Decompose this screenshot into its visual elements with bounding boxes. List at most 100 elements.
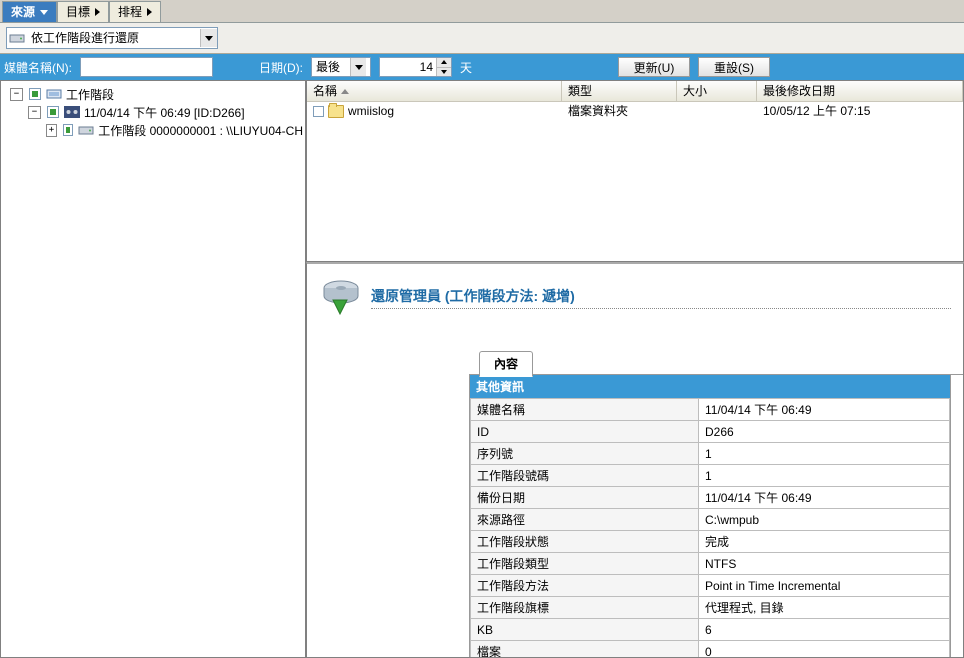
table-row: 備份日期11/04/14 下午 06:49 [471, 487, 950, 509]
sessions-icon [46, 86, 62, 102]
tab-target[interactable]: 目標 [57, 1, 109, 22]
chevron-down-icon [205, 36, 213, 41]
select-drop[interactable] [350, 58, 366, 76]
days-spinner[interactable]: 14 [379, 57, 452, 77]
col-size[interactable]: 大小 [677, 81, 757, 101]
col-modified[interactable]: 最後修改日期 [757, 81, 963, 101]
info-key: KB [471, 619, 699, 641]
tape-icon [64, 104, 80, 120]
arrow-down-icon [441, 70, 447, 74]
main-tab-strip: 來源 目標 排程 [0, 0, 964, 23]
table-row: 工作階段旗標代理程式, 目錄 [471, 597, 950, 619]
filter-bar: 媒體名稱(N): 日期(D): 最後 14 天 更新(U) 重設(S) [0, 54, 964, 80]
tab-source[interactable]: 來源 [2, 1, 57, 22]
spinner-down[interactable] [436, 68, 451, 77]
info-value: 0 [699, 641, 950, 658]
table-row: KB6 [471, 619, 950, 641]
tree-node-session[interactable]: − 11/04/14 下午 06:49 [ID:D266] [1, 103, 305, 121]
expander-collapse[interactable]: − [10, 88, 23, 101]
sub-tab-strip: 內容 [469, 351, 951, 375]
reset-button[interactable]: 重設(S) [698, 57, 770, 77]
tab-schedule[interactable]: 排程 [109, 1, 161, 22]
tree-root[interactable]: − 工作階段 [1, 85, 305, 103]
restore-manager-panel: 還原管理員 (工作階段方法: 遞增) 內容 其他資訊 媒體名稱11/04/14 … [306, 262, 964, 658]
col-type[interactable]: 類型 [562, 81, 677, 101]
info-value: 11/04/14 下午 06:49 [699, 487, 950, 509]
days-suffix: 天 [460, 59, 472, 76]
date-mode-select[interactable]: 最後 [311, 57, 371, 77]
update-button[interactable]: 更新(U) [618, 57, 690, 77]
tab-content[interactable]: 內容 [479, 351, 533, 377]
info-value: 1 [699, 465, 950, 487]
drive-icon [9, 30, 25, 46]
folder-icon [328, 105, 344, 118]
tab-target-label: 目標 [66, 2, 90, 22]
info-key: 媒體名稱 [471, 399, 699, 421]
info-value: Point in Time Incremental [699, 575, 950, 597]
info-value: 代理程式, 目錄 [699, 597, 950, 619]
media-name-label: 媒體名稱(N): [4, 59, 72, 76]
table-row: 檔案0 [471, 641, 950, 658]
spinner-up[interactable] [436, 58, 451, 68]
combo-drop[interactable] [200, 29, 217, 47]
row-checkbox[interactable] [313, 106, 324, 117]
media-name-input[interactable] [80, 57, 213, 77]
table-row: IDD266 [471, 421, 950, 443]
table-row: 工作階段狀態完成 [471, 531, 950, 553]
info-value: NTFS [699, 553, 950, 575]
days-value: 14 [380, 58, 436, 76]
sort-asc-icon [341, 89, 349, 94]
tree-checkbox[interactable] [47, 106, 59, 118]
date-mode-value: 最後 [312, 58, 350, 76]
col-name[interactable]: 名稱 [307, 81, 562, 101]
table-row: 媒體名稱11/04/14 下午 06:49 [471, 399, 950, 421]
tree-checkbox[interactable] [29, 88, 41, 100]
row-type: 檔案資料夾 [562, 102, 677, 120]
info-value: D266 [699, 421, 950, 443]
info-heading: 其他資訊 [470, 375, 950, 398]
arrow-right-icon [95, 8, 100, 16]
table-row: 工作階段號碼1 [471, 465, 950, 487]
list-header: 名稱 類型 大小 最後修改日期 [307, 81, 963, 102]
list-item[interactable]: wmiislog 檔案資料夾 10/05/12 上午 07:15 [307, 102, 963, 120]
col-name-label: 名稱 [313, 81, 337, 101]
file-list: 名稱 類型 大小 最後修改日期 wmiislog 檔案資料夾 10/05/12 … [306, 80, 964, 262]
info-value: 6 [699, 619, 950, 641]
expander-expand[interactable]: + [46, 124, 57, 137]
tree-root-label: 工作階段 [64, 86, 116, 103]
info-key: 工作階段狀態 [471, 531, 699, 553]
tab-schedule-label: 排程 [118, 2, 142, 22]
toolbar: 依工作階段進行還原 [0, 23, 964, 54]
tree-pane: − 工作階段 − 11/04/14 下午 06:49 [ID:D266] + [0, 80, 306, 658]
info-key: 工作階段方法 [471, 575, 699, 597]
info-value: C:\wmpub [699, 509, 950, 531]
restore-mode-text: 依工作階段進行還原 [27, 29, 200, 47]
row-modified: 10/05/12 上午 07:15 [757, 102, 963, 120]
chevron-down-icon [40, 10, 48, 15]
arrow-right-icon [147, 8, 152, 16]
info-key: 序列號 [471, 443, 699, 465]
table-row: 序列號1 [471, 443, 950, 465]
disk-icon [319, 274, 363, 321]
restore-title: 還原管理員 (工作階段方法: 遞增) [371, 286, 951, 309]
info-key: 來源路徑 [471, 509, 699, 531]
drive-icon [78, 122, 94, 138]
tab-source-label: 來源 [11, 2, 35, 22]
expander-collapse[interactable]: − [28, 106, 41, 119]
restore-mode-combo[interactable]: 依工作階段進行還原 [6, 27, 218, 49]
info-key: ID [471, 421, 699, 443]
info-value: 1 [699, 443, 950, 465]
tree-node-job[interactable]: + 工作階段 0000000001 : \\LIUYU04-CH [1, 121, 305, 139]
info-key: 工作階段類型 [471, 553, 699, 575]
info-key: 工作階段號碼 [471, 465, 699, 487]
info-box: 其他資訊 媒體名稱11/04/14 下午 06:49IDD266序列號1工作階段… [469, 375, 951, 658]
info-key: 工作階段旗標 [471, 597, 699, 619]
tree-checkbox[interactable] [63, 124, 73, 136]
info-key: 備份日期 [471, 487, 699, 509]
chevron-down-icon [355, 65, 363, 70]
table-row: 工作階段類型NTFS [471, 553, 950, 575]
info-value: 11/04/14 下午 06:49 [699, 399, 950, 421]
info-key: 檔案 [471, 641, 699, 658]
date-label: 日期(D): [259, 59, 303, 76]
info-table: 媒體名稱11/04/14 下午 06:49IDD266序列號1工作階段號碼1備份… [470, 398, 950, 658]
